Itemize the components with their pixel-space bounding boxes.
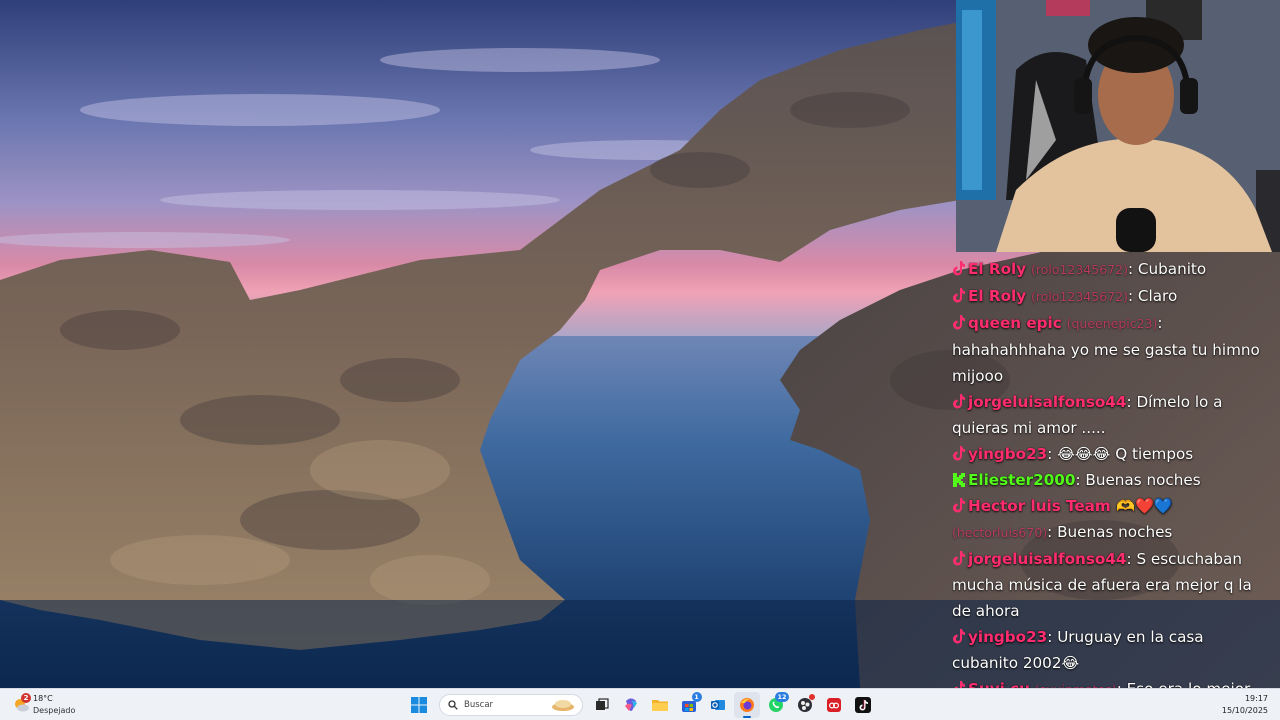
- copilot-button[interactable]: [618, 692, 644, 718]
- chat-handle: (queenepic23): [1066, 316, 1158, 331]
- chat-text: Cubanito: [1137, 260, 1207, 278]
- tiktok-icon: [953, 261, 965, 276]
- tiktok-icon: [953, 315, 965, 330]
- outlook-icon: [710, 700, 725, 710]
- chat-username[interactable]: El Roly: [968, 260, 1026, 278]
- weather-temperature: 18°C: [33, 694, 53, 703]
- search-highlight-icon: [552, 700, 574, 711]
- tiktok-icon: [953, 551, 965, 566]
- creative-cloud-icon: [826, 698, 841, 712]
- chat-text: 😂😂😂 Q tiempos: [1057, 445, 1194, 463]
- chat-username[interactable]: yingbo23: [968, 445, 1047, 463]
- tiktok-icon: [953, 394, 965, 409]
- creative-cloud-button[interactable]: [821, 692, 847, 718]
- start-button[interactable]: [406, 692, 432, 718]
- chat-message: El Roly (rolo12345672): Claro: [952, 283, 1274, 310]
- chat-message: Hector luis Team 🫶❤️💙 (hectorluis670): B…: [952, 497, 1173, 541]
- chat-message: jorgeluisalfonso44: Dímelo lo a quieras …: [952, 393, 1223, 437]
- chat-text: hahahahhhaha yo me se gasta tu himno mij…: [952, 341, 1260, 385]
- taskbar-apps: Buscar 1 12: [404, 692, 877, 718]
- weather-condition: Despejado: [33, 706, 76, 715]
- webcam-overlay: [956, 0, 1280, 252]
- chat-username[interactable]: El Roly: [968, 287, 1026, 305]
- chat-message: Eliester2000: Buenas noches: [952, 467, 1274, 493]
- chat-text: Claro: [1137, 287, 1178, 305]
- copilot-icon: [624, 698, 637, 711]
- store-badge: 1: [691, 692, 702, 702]
- streamer-camera-feed: [956, 0, 1280, 252]
- system-tray-clock[interactable]: 19:17 15/10/2025: [1222, 693, 1268, 717]
- store-button[interactable]: 1: [676, 692, 702, 718]
- weather-widget[interactable]: 2 18°C Despejado: [12, 693, 102, 717]
- chat-message: yingbo23: 😂😂😂 Q tiempos: [952, 441, 1274, 467]
- taskbar: 2 18°C Despejado Buscar 1 12 19:17 15/10…: [0, 688, 1280, 720]
- chat-message: queen epic (queenepic23): hahahahhhaha y…: [952, 314, 1260, 385]
- whatsapp-button[interactable]: 12: [763, 692, 789, 718]
- task-view-button[interactable]: [589, 692, 615, 718]
- chat-username[interactable]: queen epic: [968, 314, 1062, 332]
- chat-text: Buenas noches: [1057, 523, 1173, 541]
- tiktok-app-icon: [854, 697, 871, 713]
- whatsapp-badge: 12: [775, 692, 789, 702]
- chat-handle: (hectorluis670): [952, 525, 1048, 540]
- firefox-button[interactable]: [733, 692, 760, 718]
- chat-username[interactable]: jorgeluisalfonso44: [968, 393, 1126, 411]
- tiktok-button[interactable]: [850, 692, 876, 718]
- tiktok-icon: [953, 629, 965, 644]
- search-icon: [448, 700, 458, 710]
- obs-button[interactable]: [792, 692, 818, 718]
- search-placeholder: Buscar: [464, 700, 494, 710]
- tiktok-icon: [953, 288, 965, 303]
- weather-badge: 2: [21, 693, 31, 703]
- chat-message: El Roly (rolo12345672): Cubanito: [952, 256, 1274, 283]
- chat-username[interactable]: Eliester2000: [968, 471, 1075, 489]
- folder-icon: [651, 700, 668, 711]
- chat-username[interactable]: jorgeluisalfonso44: [968, 550, 1126, 568]
- clock-time: 19:17: [1244, 694, 1268, 703]
- outlook-button[interactable]: [705, 692, 731, 718]
- chat-handle: (rolo12345672): [1030, 262, 1128, 277]
- kick-icon: [953, 473, 965, 487]
- clock-date: 15/10/2025: [1221, 706, 1268, 715]
- taskbar-search-box[interactable]: Buscar: [439, 694, 583, 716]
- task-view-icon: [595, 698, 609, 710]
- live-chat-overlay: El Roly (rolo12345672): Cubanito El Roly…: [952, 256, 1274, 690]
- windows-logo-icon: [410, 697, 427, 713]
- chat-handle: (rolo12345672): [1030, 289, 1128, 304]
- tiktok-icon: [953, 498, 965, 513]
- file-explorer-button[interactable]: [647, 692, 673, 718]
- chat-message: yingbo23: Uruguay en la casa cubanito 20…: [952, 628, 1204, 672]
- firefox-icon: [739, 698, 754, 712]
- chat-username[interactable]: Hector luis Team 🫶❤️💙: [968, 497, 1173, 515]
- tiktok-icon: [953, 446, 965, 461]
- chat-text: Buenas noches: [1085, 471, 1201, 489]
- chat-username[interactable]: yingbo23: [968, 628, 1047, 646]
- obs-recording-dot: [808, 694, 815, 700]
- chat-message: jorgeluisalfonso44: S escuchaban mucha m…: [952, 550, 1252, 620]
